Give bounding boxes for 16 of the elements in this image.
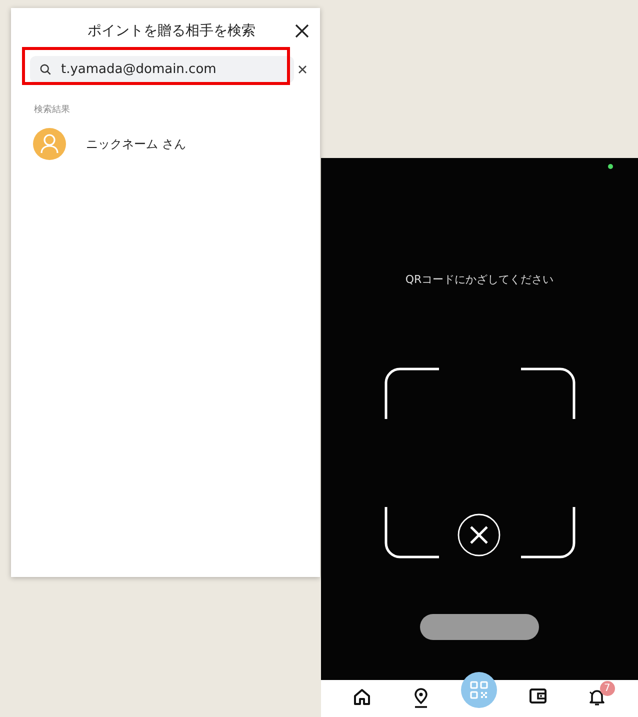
scan-instruction: QRコードにかざしてください bbox=[405, 272, 554, 287]
search-field[interactable]: t.yamada@domain.com bbox=[30, 56, 294, 83]
search-icon bbox=[40, 64, 51, 75]
result-name[interactable]: ニックネーム さん bbox=[86, 136, 186, 152]
location-pin-icon[interactable] bbox=[412, 688, 429, 708]
qr-scan-icon[interactable] bbox=[461, 672, 498, 708]
bell-icon[interactable] bbox=[588, 688, 606, 706]
status-dot bbox=[608, 164, 613, 169]
panel-title: ポイントを贈る相手を検索 bbox=[86, 22, 256, 40]
results-heading: 検索結果 bbox=[34, 104, 71, 116]
clear-icon[interactable] bbox=[298, 65, 307, 74]
home-icon[interactable] bbox=[353, 688, 372, 706]
wallet-icon[interactable] bbox=[529, 688, 548, 704]
notification-badge: 7 bbox=[600, 681, 615, 696]
avatar-icon bbox=[33, 128, 66, 160]
close-icon[interactable] bbox=[295, 24, 309, 38]
